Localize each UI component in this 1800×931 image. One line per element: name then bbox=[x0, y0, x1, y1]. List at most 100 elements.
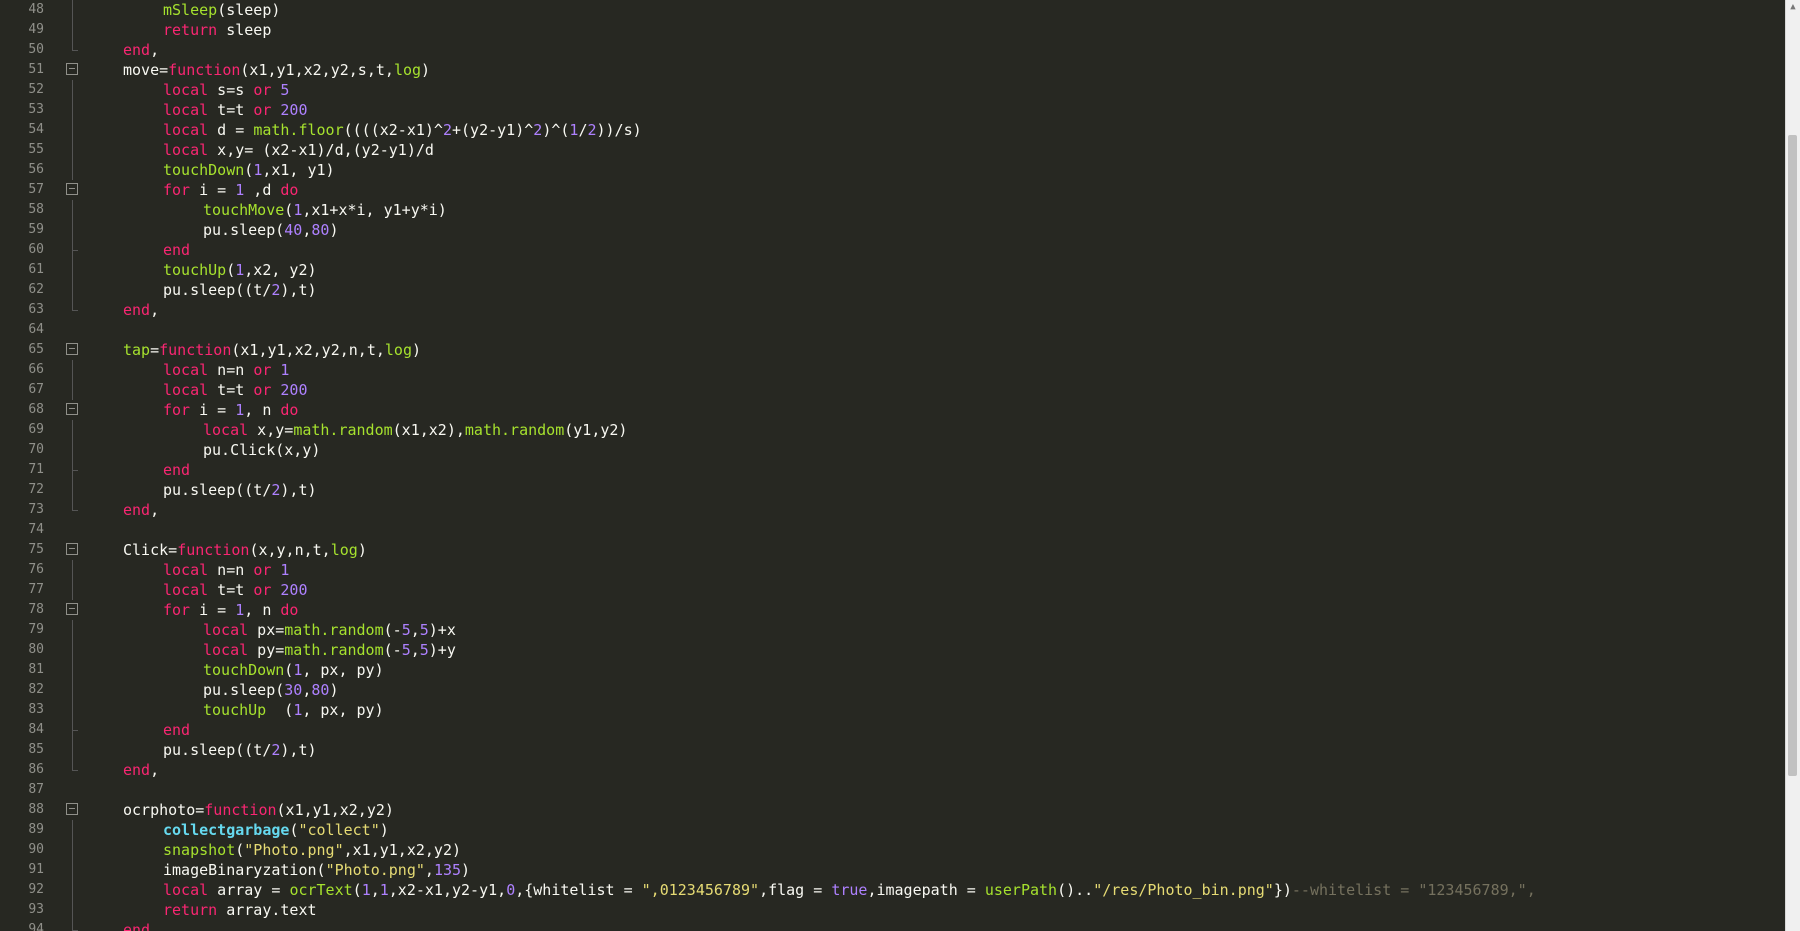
fold-guide-line bbox=[72, 140, 73, 160]
code-line[interactable]: 71 end bbox=[0, 460, 1785, 480]
fold-minus-icon[interactable] bbox=[66, 63, 78, 75]
fold-minus-icon[interactable] bbox=[66, 343, 78, 355]
code-line[interactable]: 52 local s=s or 5 bbox=[0, 80, 1785, 100]
code-line[interactable]: 79 local px=math.random(-5,5)+x bbox=[0, 620, 1785, 640]
code-token: t=t bbox=[208, 101, 254, 119]
line-number: 63 bbox=[28, 302, 44, 317]
code-line[interactable]: 86 end, bbox=[0, 760, 1785, 780]
fold-minus-icon[interactable] bbox=[66, 603, 78, 615]
code-line[interactable]: 75 Click=function(x,y,n,t,log) bbox=[0, 540, 1785, 560]
fold-minus-icon[interactable] bbox=[66, 403, 78, 415]
code-area[interactable]: 48 mSleep(sleep) 49 return sleep 50 end, 51 mov… bbox=[0, 0, 1785, 931]
code-line[interactable]: 56 touchDown(1,x1, y1) bbox=[0, 160, 1785, 180]
code-line[interactable]: 59 pu.sleep(40,80) bbox=[0, 220, 1785, 240]
code-text: end bbox=[163, 460, 190, 480]
code-line[interactable]: 57 for i = 1 ,d do bbox=[0, 180, 1785, 200]
code-line[interactable]: 89 collectgarbage("collect") bbox=[0, 820, 1785, 840]
fold-guide-line bbox=[72, 360, 73, 380]
code-line[interactable]: 53 local t=t or 200 bbox=[0, 100, 1785, 120]
code-token: ) bbox=[421, 61, 431, 79]
code-token: 1 bbox=[293, 701, 303, 719]
code-token: log bbox=[330, 541, 358, 559]
code-text: return sleep bbox=[163, 20, 271, 40]
code-line[interactable]: 81 touchDown(1, px, py) bbox=[0, 660, 1785, 680]
code-text: for i = 1, n do bbox=[163, 400, 298, 420]
line-number: 90 bbox=[28, 842, 44, 857]
code-line[interactable]: 48 mSleep(sleep) bbox=[0, 0, 1785, 20]
fold-guide-line bbox=[72, 820, 73, 840]
code-line[interactable]: 92 local array = ocrText(1,1,x2-x1,y2-y1,… bbox=[0, 880, 1785, 900]
code-line[interactable]: 78 for i = 1, n do bbox=[0, 600, 1785, 620]
code-token: 2 bbox=[533, 121, 543, 139]
scrollbar-thumb[interactable] bbox=[1788, 135, 1797, 777]
code-line[interactable]: 77 local t=t or 200 bbox=[0, 580, 1785, 600]
fold-guide-line bbox=[72, 380, 73, 400]
vertical-scrollbar[interactable]: ▲ bbox=[1785, 0, 1800, 931]
code-token: or bbox=[253, 381, 272, 399]
fold-minus-icon[interactable] bbox=[66, 183, 78, 195]
scroll-up-arrow-icon[interactable]: ▲ bbox=[1786, 0, 1800, 14]
code-line[interactable]: 90 snapshot("Photo.png",x1,y1,x2,y2) bbox=[0, 840, 1785, 860]
code-token: pu.sleep((t/ bbox=[163, 481, 272, 499]
code-line[interactable]: 61 touchUp(1,x2, y2) bbox=[0, 260, 1785, 280]
code-token: snapshot bbox=[163, 841, 236, 859]
fold-minus-icon[interactable] bbox=[66, 543, 78, 555]
code-line[interactable]: 85 pu.sleep((t/2),t) bbox=[0, 740, 1785, 760]
fold-minus-icon[interactable] bbox=[66, 803, 78, 815]
code-line[interactable]: 84 end bbox=[0, 720, 1785, 740]
code-line[interactable]: 73 end, bbox=[0, 500, 1785, 520]
code-line[interactable]: 62 pu.sleep((t/2),t) bbox=[0, 280, 1785, 300]
code-token: (- bbox=[383, 621, 402, 639]
code-line[interactable]: 64 bbox=[0, 320, 1785, 340]
code-text: Click=function(x,y,n,t,log) bbox=[123, 540, 367, 560]
code-line[interactable]: 50 end, bbox=[0, 40, 1785, 60]
line-number: 92 bbox=[28, 882, 44, 897]
code-line[interactable]: 70 pu.Click(x,y) bbox=[0, 440, 1785, 460]
fold-guide-line bbox=[72, 620, 73, 640]
code-line[interactable]: 63 end, bbox=[0, 300, 1785, 320]
code-line[interactable]: 80 local py=math.random(-5,5)+y bbox=[0, 640, 1785, 660]
code-line[interactable]: 55 local x,y= (x2-x1)/d,(y2-y1)/d bbox=[0, 140, 1785, 160]
code-line[interactable]: 67 local t=t or 200 bbox=[0, 380, 1785, 400]
fold-end-marker bbox=[72, 730, 78, 731]
code-line[interactable]: 58 touchMove(1,x1+x*i, y1+y*i) bbox=[0, 200, 1785, 220]
code-token: (sleep) bbox=[217, 1, 281, 19]
line-number: 91 bbox=[28, 862, 44, 877]
code-token: ),t) bbox=[280, 281, 317, 299]
code-token: ) bbox=[461, 861, 471, 879]
code-line[interactable]: 94 end bbox=[0, 920, 1785, 931]
code-line[interactable]: 66 local n=n or 1 bbox=[0, 360, 1785, 380]
code-text: pu.sleep(40,80) bbox=[203, 220, 338, 240]
line-number: 70 bbox=[28, 442, 44, 457]
code-line[interactable]: 65 tap=function(x1,y1,x2,y2,n,t,log) bbox=[0, 340, 1785, 360]
code-line[interactable]: 88 ocrphoto=function(x1,y1,x2,y2) bbox=[0, 800, 1785, 820]
code-token: pu.sleep((t/ bbox=[163, 281, 272, 299]
line-number: 93 bbox=[28, 902, 44, 917]
code-editor[interactable]: 48 mSleep(sleep) 49 return sleep 50 end, 51 mov… bbox=[0, 0, 1800, 931]
code-line[interactable]: 68 for i = 1, n do bbox=[0, 400, 1785, 420]
code-token: for bbox=[163, 401, 191, 419]
code-line[interactable]: 91 imageBinaryzation("Photo.png",135) bbox=[0, 860, 1785, 880]
code-token: 5 bbox=[419, 621, 429, 639]
code-line[interactable]: 54 local d = math.floor((((x2-x1)^2+(y2-y… bbox=[0, 120, 1785, 140]
code-token: , bbox=[410, 621, 420, 639]
code-line[interactable]: 82 pu.sleep(30,80) bbox=[0, 680, 1785, 700]
code-token: ) bbox=[357, 541, 367, 559]
code-token: 30 bbox=[284, 681, 303, 699]
code-line[interactable]: 87 bbox=[0, 780, 1785, 800]
code-line[interactable]: 69 local x,y=math.random(x1,x2),math.rand… bbox=[0, 420, 1785, 440]
code-token: i = bbox=[190, 401, 236, 419]
code-line[interactable]: 60 end bbox=[0, 240, 1785, 260]
code-token: "/res/Photo_bin.png" bbox=[1093, 881, 1274, 899]
code-token: px= bbox=[248, 621, 285, 639]
code-line[interactable]: 83 touchUp (1, px, py) bbox=[0, 700, 1785, 720]
code-line[interactable]: 76 local n=n or 1 bbox=[0, 560, 1785, 580]
code-line[interactable]: 74 bbox=[0, 520, 1785, 540]
code-line[interactable]: 93 return array.text bbox=[0, 900, 1785, 920]
code-line[interactable]: 72 pu.sleep((t/2),t) bbox=[0, 480, 1785, 500]
code-token: 2 bbox=[442, 121, 452, 139]
code-token: n=n bbox=[208, 361, 254, 379]
code-line[interactable]: 49 return sleep bbox=[0, 20, 1785, 40]
code-token: local bbox=[163, 361, 209, 379]
code-line[interactable]: 51 move=function(x1,y1,x2,y2,s,t,log) bbox=[0, 60, 1785, 80]
